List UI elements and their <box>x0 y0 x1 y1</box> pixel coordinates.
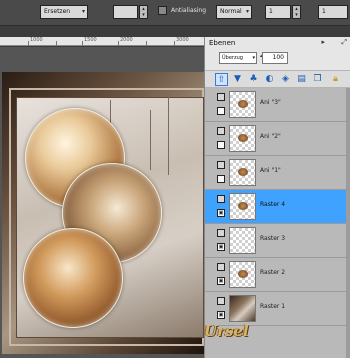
size-value: 1 <box>269 8 273 15</box>
layer-name: Raster 2 <box>260 269 286 276</box>
layer-group-toggle[interactable]: ▣ <box>217 277 225 285</box>
layer-name: Raster 4 <box>260 201 286 208</box>
chevron-down-icon: ▾ <box>245 8 249 15</box>
tree-branch <box>150 110 151 170</box>
duplicate-layer-icon[interactable]: ❐ <box>311 73 324 86</box>
layer-row-ani-1[interactable]: Ani "1" <box>205 156 350 190</box>
delete-layer-icon[interactable]: ▤ <box>295 73 308 86</box>
layer-row-ani-3[interactable]: Ani "3" <box>205 88 350 122</box>
layer-thumbnail <box>229 227 256 254</box>
layer-thumbnail <box>229 159 256 186</box>
tree-branch <box>168 95 169 175</box>
opacity-field[interactable]: 100 <box>262 52 288 64</box>
layer-visibility-toggle[interactable] <box>217 297 225 305</box>
layer-group-toggle[interactable] <box>217 107 225 115</box>
layer-visibility-toggle[interactable] <box>217 229 225 237</box>
ruler-label: 2000 <box>120 37 133 43</box>
mask-icon[interactable]: ◐ <box>263 73 276 86</box>
mode-value: Ersetzen <box>44 8 71 15</box>
antialiasing-checkbox[interactable] <box>158 6 167 15</box>
layer-group-toggle[interactable]: ▣ <box>217 243 225 251</box>
layer-row-raster-4[interactable]: ▣ Raster 4 <box>205 190 350 224</box>
layer-thumbnail <box>229 295 256 322</box>
ruler-tick <box>118 41 119 46</box>
size-stepper[interactable]: ▴ ▾ <box>292 5 301 19</box>
ruler-label: 3000 <box>176 37 189 43</box>
layer-row-ani-2[interactable]: Ani "2" <box>205 122 350 156</box>
antialiasing-label: Antialiasing <box>171 7 207 14</box>
layer-visibility-toggle[interactable] <box>217 127 225 135</box>
watermark-signature: Ursel <box>204 322 249 340</box>
layer-name: Raster 3 <box>260 235 286 242</box>
tool-options-bar: Ersetzen ▾ ▴ ▾ Antialiasing Normal ▾ 1 ▴ ▾ 1 <box>0 0 350 26</box>
layer-row-raster-1[interactable]: ▣ Raster 1 <box>205 292 350 326</box>
layer-group-toggle[interactable]: ▣ <box>217 209 225 217</box>
layers-list: Ani "3" Ani "2" Ani "1" ▣ Raster 4 ▣ Ras… <box>205 88 350 358</box>
ruler-tick <box>82 41 83 46</box>
panel-menu-icon[interactable]: ▸ <box>321 38 325 46</box>
blend-dropdown[interactable]: Normal ▾ <box>216 5 252 19</box>
chevron-down-icon: ▾ <box>81 8 85 15</box>
lock-icon[interactable]: 🔒︎ <box>329 73 342 86</box>
layer-group-toggle[interactable] <box>217 175 225 183</box>
layer-name: Ani "3" <box>260 99 281 106</box>
ruler-label: 1000 <box>30 37 43 43</box>
layer-name: Raster 1 <box>260 303 286 310</box>
size-field[interactable]: 1 <box>265 5 291 19</box>
layer-name: Ani "2" <box>260 133 281 140</box>
layers-scrollbar[interactable] <box>346 88 350 358</box>
glass-circle-bottom <box>23 228 123 328</box>
blend-value: Normal <box>220 8 242 15</box>
ruler-tick <box>56 41 57 46</box>
ruler-tick <box>174 41 175 46</box>
new-group-icon[interactable]: ♣ <box>247 73 260 86</box>
layer-thumbnail <box>229 261 256 288</box>
opacity-value: 100 <box>272 54 284 61</box>
layer-group-toggle[interactable]: ▣ <box>217 311 225 319</box>
feather-value: 1 <box>322 8 326 15</box>
tolerance-field[interactable] <box>113 5 138 19</box>
panel-title: Ebenen <box>209 39 236 47</box>
layer-visibility-toggle[interactable] <box>217 263 225 271</box>
layer-visibility-toggle[interactable] <box>217 93 225 101</box>
chevron-down-icon: ▾ <box>252 55 255 61</box>
new-vector-layer-icon[interactable]: ▼ <box>231 73 244 86</box>
layer-thumbnail <box>229 125 256 152</box>
blend-mode-dropdown[interactable]: Überzug ▾ <box>219 52 257 64</box>
new-raster-layer-icon[interactable]: ⇧ <box>215 73 228 86</box>
tolerance-stepper[interactable]: ▴ ▾ <box>139 5 148 19</box>
feather-field[interactable]: 1 <box>318 5 348 19</box>
adjustment-layer-icon[interactable]: ◈ <box>279 73 292 86</box>
mode-dropdown[interactable]: Ersetzen ▾ <box>40 5 88 19</box>
layers-panel: Ebenen ▸ ⤢ Überzug▾ ▴ 100 ⇧ ▼ ♣ ◐ ◈ ▤ ❐ … <box>204 37 350 358</box>
layer-row-raster-3[interactable]: ▣ Raster 3 <box>205 224 350 258</box>
layer-toolbar: ⇧ ▼ ♣ ◐ ◈ ▤ ❐ 🔒︎ <box>205 70 350 88</box>
layer-group-toggle[interactable] <box>217 141 225 149</box>
layer-visibility-toggle[interactable] <box>217 161 225 169</box>
layer-visibility-toggle[interactable] <box>217 195 225 203</box>
panel-resize-icon[interactable]: ⤢ <box>341 38 347 47</box>
app-window: Ersetzen ▾ ▴ ▾ Antialiasing Normal ▾ 1 ▴ ▾ 1… <box>0 0 350 358</box>
layer-name: Ani "1" <box>260 167 281 174</box>
layer-thumbnail <box>229 193 256 220</box>
layer-row-raster-2[interactable]: ▣ Raster 2 <box>205 258 350 292</box>
horizontal-ruler: 1000 1500 2000 3000 <box>0 37 204 46</box>
ruler-tick <box>28 41 29 46</box>
layer-thumbnail <box>229 91 256 118</box>
blend-mode-value: Überzug <box>222 55 243 61</box>
ruler-label: 1500 <box>84 37 97 43</box>
ruler-tick <box>146 41 147 46</box>
